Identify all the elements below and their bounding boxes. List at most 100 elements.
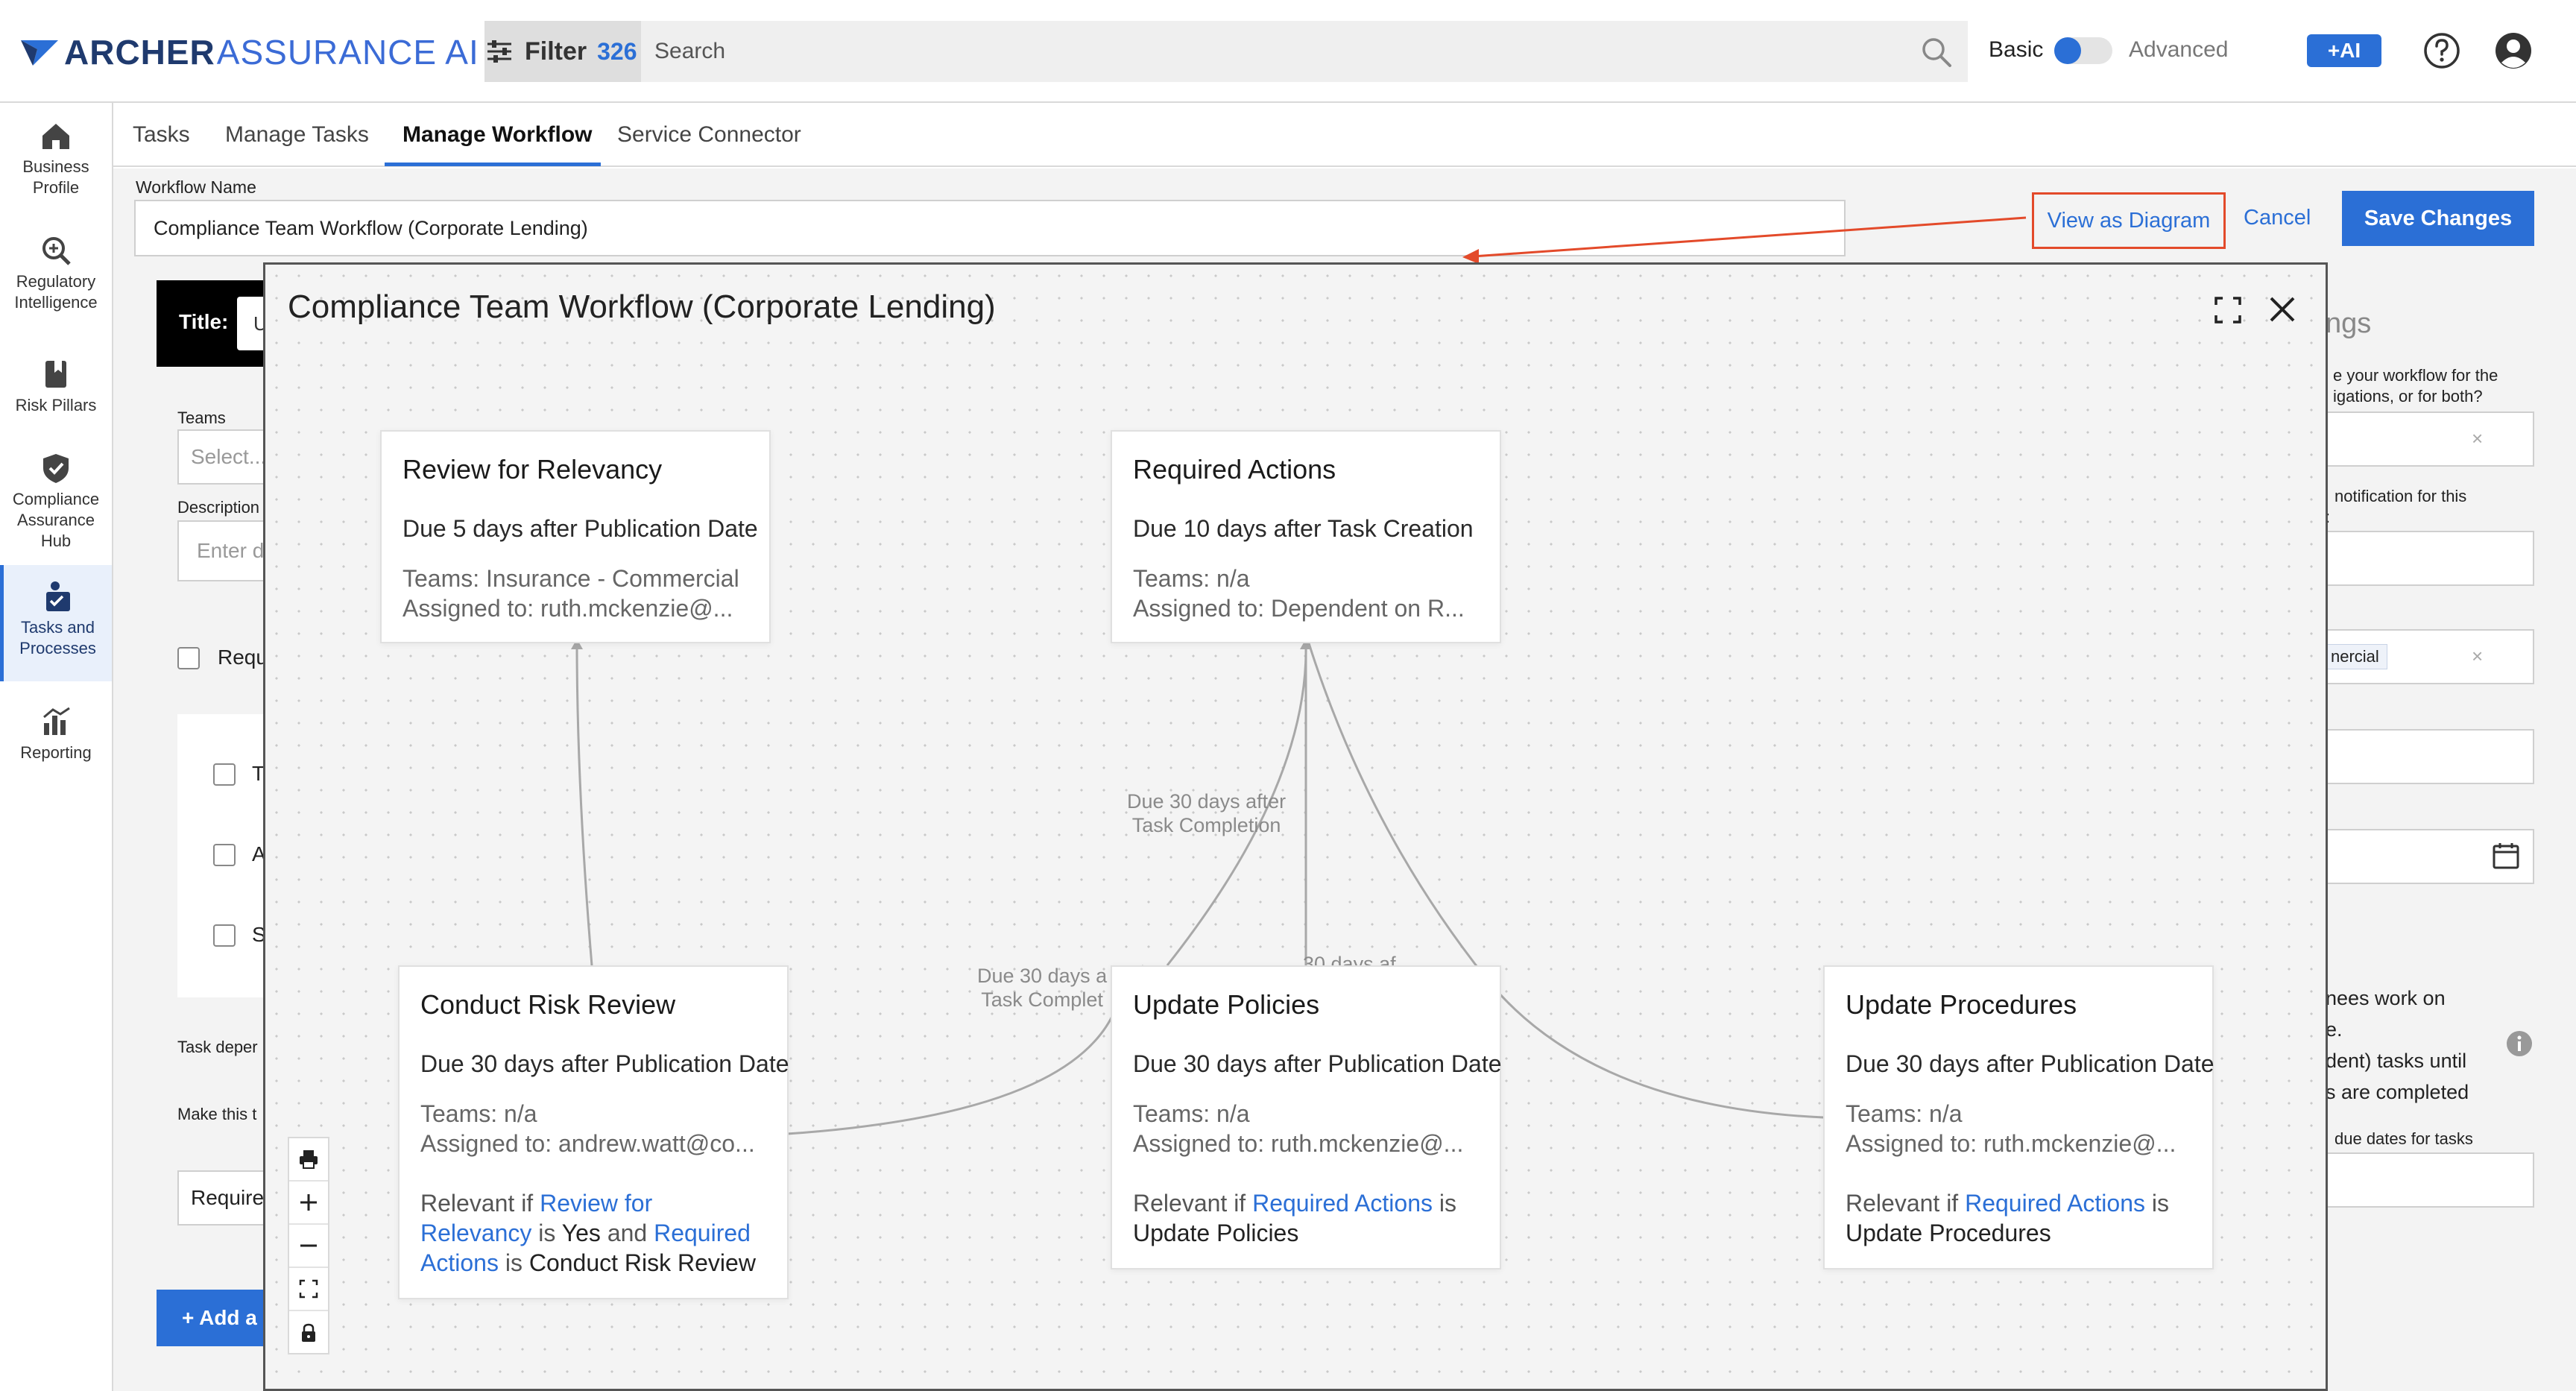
add-task-button[interactable]: + Add a <box>157 1290 276 1346</box>
cancel-link[interactable]: Cancel <box>2244 206 2311 230</box>
settings-q1: e your workflow for the <box>2333 366 2498 385</box>
save-changes-button[interactable]: Save Changes <box>2342 191 2534 246</box>
node-assigned: Assigned to: andrew.watt@co... <box>420 1130 755 1157</box>
require-select[interactable]: Require <box>177 1170 276 1226</box>
node-assigned: Assigned to: Dependent on R... <box>1133 595 1465 622</box>
node-teams: Teams: Insurance - Commercial <box>402 565 739 592</box>
diagram-toolbar <box>288 1137 329 1354</box>
teams-label: Teams <box>177 409 226 427</box>
nav-label: Regulatory <box>16 272 96 291</box>
nav-regulatory-intelligence[interactable]: Regulatory Intelligence <box>0 234 112 313</box>
tab-service-connector[interactable]: Service Connector <box>617 122 801 148</box>
node-relevance-condition: Relevant if Review for Relevancy is Yes … <box>420 1188 766 1278</box>
search-bar[interactable]: Filter 326 Search <box>484 21 1968 82</box>
relevance-value: Conduct Risk Review <box>528 1249 756 1276</box>
settings-select-1[interactable] <box>2326 411 2534 467</box>
nav-label: Compliance <box>12 490 100 508</box>
magnifier-plus-icon <box>42 237 71 265</box>
workflow-node-conduct-risk-review[interactable]: Conduct Risk Review Due 30 days after Pu… <box>398 965 789 1299</box>
relevance-operator: is <box>1439 1190 1456 1217</box>
shield-check-icon <box>43 454 69 483</box>
node-title: Conduct Risk Review <box>420 989 676 1020</box>
zoom-in-button[interactable] <box>289 1182 328 1225</box>
workflow-node-required-actions[interactable]: Required Actions Due 10 days after Task … <box>1111 430 1501 643</box>
node-teams: Teams: n/a <box>420 1100 537 1127</box>
bookmark-book-icon <box>45 361 66 388</box>
nav-label: Business <box>22 157 89 176</box>
nav-label: Risk Pillars <box>15 396 97 414</box>
node-due: Due 30 days after Publication Date <box>1846 1050 2214 1077</box>
option-checkbox[interactable] <box>213 763 236 786</box>
ai-button[interactable]: +AI <box>2307 34 2381 67</box>
settings-select-5[interactable] <box>2326 1152 2534 1208</box>
home-icon <box>42 124 69 149</box>
settings-select-4[interactable] <box>2326 729 2534 784</box>
nav-business-profile[interactable]: Business Profile <box>0 119 112 198</box>
make-this-label: Make this t <box>177 1105 257 1123</box>
relevance-prefix: Relevant if <box>420 1190 534 1217</box>
option-checkbox[interactable] <box>213 844 236 866</box>
workflow-node-update-policies[interactable]: Update Policies Due 30 days after Public… <box>1111 965 1502 1269</box>
selected-tag: nercial <box>2326 644 2387 669</box>
edge-label-line: Due 30 days a <box>977 965 1108 987</box>
teams-select[interactable]: Select... <box>177 429 276 485</box>
help-icon[interactable] <box>2422 31 2461 70</box>
relevance-link[interactable]: Required Actions <box>1965 1190 2145 1217</box>
nav-reporting[interactable]: Reporting <box>0 705 112 763</box>
search-input[interactable]: Search <box>654 39 725 64</box>
lock-button[interactable] <box>289 1311 328 1354</box>
tab-tasks[interactable]: Tasks <box>133 122 190 148</box>
mode-basic-label: Basic <box>1989 37 2044 62</box>
node-title: Update Procedures <box>1846 989 2077 1020</box>
nav-label: Profile <box>32 178 80 197</box>
chart-icon <box>43 707 70 735</box>
filter-label: Filter <box>525 37 587 66</box>
print-button[interactable] <box>289 1138 328 1182</box>
print-icon <box>300 1150 318 1169</box>
clear-icon[interactable]: × <box>2472 428 2483 449</box>
fit-view-button[interactable] <box>289 1268 328 1311</box>
nav-risk-pillars[interactable]: Risk Pillars <box>0 358 112 416</box>
node-assigned: Assigned to: ruth.mckenzie@... <box>402 595 733 622</box>
option-checkbox[interactable] <box>213 924 236 947</box>
active-tab-indicator <box>385 163 601 166</box>
info-icon[interactable] <box>2504 1029 2534 1059</box>
node-due: Due 10 days after Task Creation <box>1133 515 1474 542</box>
node-assigned: Assigned to: ruth.mckenzie@... <box>1133 1130 1464 1157</box>
node-relevance-condition: Relevant if Required Actions is Update P… <box>1133 1188 1479 1248</box>
node-title: Review for Relevancy <box>402 454 663 485</box>
zoom-out-button[interactable] <box>289 1225 328 1268</box>
relevance-link[interactable]: Required Actions <box>1252 1190 1433 1217</box>
workflow-name-label: Workflow Name <box>136 177 256 197</box>
clear-icon[interactable]: × <box>2472 646 2483 666</box>
workflow-node-update-procedures[interactable]: Update Procedures Due 30 days after Publ… <box>1823 965 2214 1269</box>
relevance-prefix: Relevant if <box>1846 1190 1959 1217</box>
tab-manage-tasks[interactable]: Manage Tasks <box>225 122 369 148</box>
search-icon[interactable] <box>1920 36 1953 69</box>
filter-count: 326 <box>597 37 637 65</box>
view-as-diagram-link[interactable]: View as Diagram <box>2032 192 2226 249</box>
nav-tasks-and-processes[interactable]: Tasks and Processes <box>0 565 112 681</box>
tab-manage-workflow[interactable]: Manage Workflow <box>402 122 592 148</box>
brand-logo[interactable]: ARCHER ASSURANCE AI <box>19 28 479 76</box>
description-label: Description <box>177 498 260 517</box>
user-avatar-icon[interactable] <box>2494 31 2533 70</box>
settings-select-2[interactable] <box>2326 531 2534 586</box>
workflow-node-review-for-relevancy[interactable]: Review for Relevancy Due 5 days after Pu… <box>380 430 771 643</box>
required-checkbox[interactable] <box>177 647 200 669</box>
edge-label-line: Task Complet <box>981 988 1103 1011</box>
nav-compliance-assurance-hub[interactable]: Compliance Assurance Hub <box>0 452 112 552</box>
filter-button[interactable]: Filter 326 <box>484 21 641 82</box>
mode-advanced-label: Advanced <box>2129 37 2229 62</box>
workflow-name-input[interactable]: Compliance Team Workflow (Corporate Lend… <box>134 200 1846 256</box>
description-input[interactable]: Enter d <box>177 520 276 581</box>
settings-q4: due dates for tasks <box>2334 1129 2473 1148</box>
mode-toggle[interactable] <box>2054 37 2112 64</box>
tab-bar: Tasks Manage Tasks Manage Workflow Servi… <box>113 103 2576 167</box>
fit-view-icon <box>299 1279 318 1299</box>
required-label: Requ <box>218 646 268 669</box>
relevance-value: Update Procedures <box>1846 1220 2051 1246</box>
calendar-icon[interactable] <box>2491 841 2521 871</box>
tasks-icon <box>45 581 70 611</box>
relevance-value: Update Policies <box>1133 1220 1299 1246</box>
